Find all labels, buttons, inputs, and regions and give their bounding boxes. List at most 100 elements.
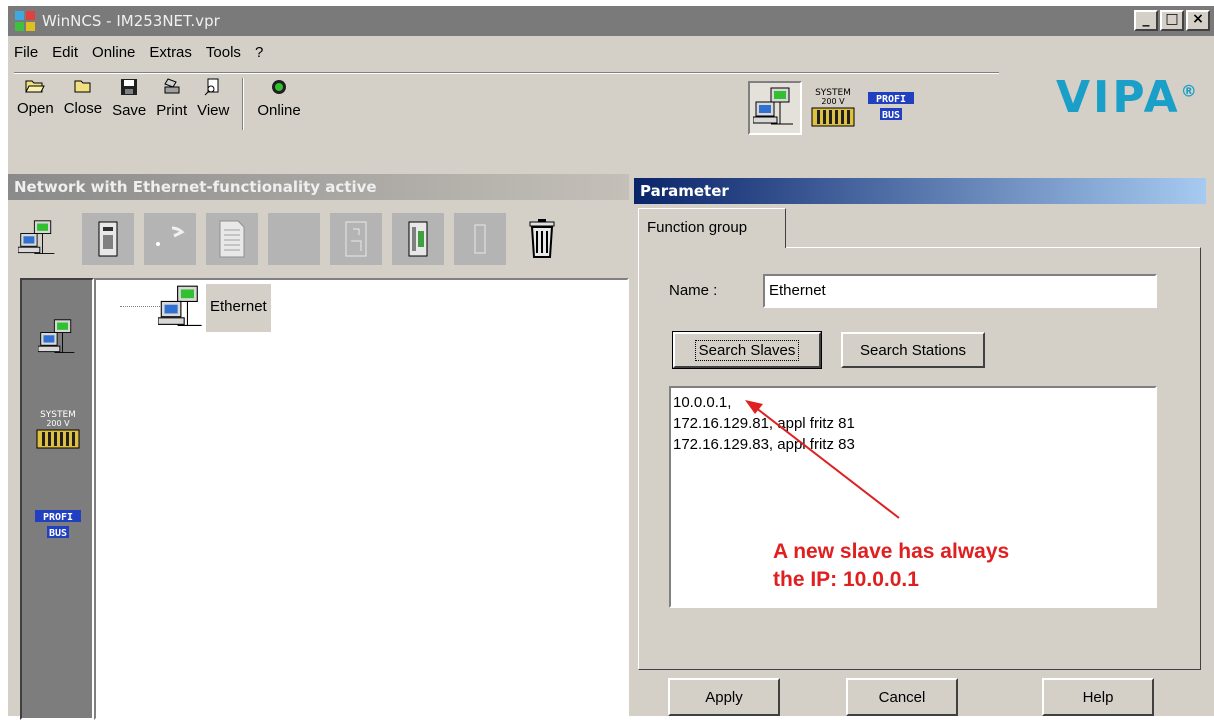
network-computers-icon <box>18 220 55 254</box>
save-label: Save <box>112 102 147 119</box>
scissors-icon <box>156 226 185 246</box>
menu-online[interactable]: Online <box>92 44 135 64</box>
profibus-icon: PROFI BUS <box>35 510 81 539</box>
system200v-mode-button[interactable]: SYSTEM 200 V <box>806 81 860 135</box>
preview-icon <box>204 78 219 96</box>
folder-icon <box>74 80 91 93</box>
cpu-module-icon <box>98 221 118 257</box>
menu-help[interactable]: ? <box>255 44 263 64</box>
online-label: Online <box>257 102 301 119</box>
toolbar-separator <box>242 78 245 130</box>
help-button[interactable]: Help <box>1042 678 1154 716</box>
close-button[interactable]: Close <box>64 78 102 117</box>
save-button[interactable]: Save <box>112 78 146 119</box>
cpu-module-button[interactable] <box>82 213 134 265</box>
ethernet-mode-button[interactable] <box>748 81 802 135</box>
search-slaves-button[interactable]: Search Slaves <box>672 331 822 369</box>
io-module-icon <box>408 221 428 257</box>
view-label: View <box>197 102 230 119</box>
profibus-icon: PROFI BUS <box>868 92 914 121</box>
cancel-button[interactable]: Cancel <box>846 678 958 716</box>
menu-divider <box>14 72 999 74</box>
title-bar: WinNCS - IM253NET.vpr _ □ × <box>8 6 1214 36</box>
palette-profi-label: PROFI <box>43 512 73 523</box>
blank-tool-button[interactable] <box>268 213 320 265</box>
close-label: Close <box>63 100 103 117</box>
name-label: Name : <box>669 282 718 299</box>
component-palette: SYSTEM 200 V PROFI BUS <box>20 278 94 720</box>
annotation-line-2: the IP: 10.0.0.1 <box>773 568 919 591</box>
bus-label: BUS <box>882 110 900 121</box>
system-voltage-label: 200 V <box>821 97 845 106</box>
palette-bus-label: BUS <box>49 528 67 539</box>
vipa-logo: VIPA® <box>1056 72 1200 123</box>
delete-button[interactable] <box>516 213 568 265</box>
print-label: Print <box>156 102 188 119</box>
search-stations-button[interactable]: Search Stations <box>841 332 985 368</box>
app-icon <box>14 10 36 32</box>
list-item[interactable]: 172.16.129.81, appl fritz 81 <box>673 413 1153 434</box>
network-tree[interactable]: Ethernet <box>94 278 629 720</box>
slot-module-button[interactable] <box>330 213 382 265</box>
network-panel: Network with Ethernet-functionality acti… <box>8 174 629 720</box>
network-node-button[interactable] <box>12 213 64 265</box>
tree-node-label: Ethernet <box>206 284 271 332</box>
printer-icon <box>163 78 180 94</box>
search-slaves-label: Search Slaves <box>694 339 800 361</box>
palette-ethernet-item[interactable] <box>30 318 86 358</box>
registered-mark: ® <box>1180 81 1200 101</box>
tab-function-group[interactable]: Function group <box>638 208 786 248</box>
palette-system200v-item[interactable]: SYSTEM 200 V <box>30 408 86 452</box>
empty-slot-icon <box>474 224 486 254</box>
menu-bar: File Edit Online Extras Tools ? <box>8 44 263 64</box>
io-module-button[interactable] <box>392 213 444 265</box>
list-item[interactable]: 10.0.0.1, <box>673 392 1153 413</box>
view-mode-selector: SYSTEM 200 V PROFI BUS <box>748 81 918 135</box>
network-computers-icon <box>158 285 202 326</box>
system-200v-icon: SYSTEM 200 V <box>36 410 80 449</box>
main-toolbar: Open Close Save Print View Online <box>12 78 306 138</box>
profibus-mode-button[interactable]: PROFI BUS <box>864 81 918 135</box>
tree-connector <box>120 306 160 307</box>
view-button[interactable]: View <box>197 78 229 119</box>
trash-icon <box>529 219 555 258</box>
name-field[interactable]: Ethernet <box>763 274 1157 308</box>
menu-file[interactable]: File <box>14 44 38 64</box>
online-led-icon <box>272 80 287 94</box>
palette-system-voltage-label: 200 V <box>46 419 70 428</box>
list-item[interactable]: 172.16.129.83, appl fritz 83 <box>673 434 1153 455</box>
maximize-button[interactable]: □ <box>1160 10 1184 31</box>
open-button[interactable]: Open <box>17 78 54 117</box>
network-computers-icon <box>38 319 75 353</box>
system-200v-icon: SYSTEM 200 V <box>811 88 855 127</box>
component-toolbar <box>8 204 629 274</box>
slave-list[interactable]: 10.0.0.1, 172.16.129.81, appl fritz 81 1… <box>669 386 1157 608</box>
annotation-line-1: A new slave has always <box>773 540 1010 563</box>
menu-edit[interactable]: Edit <box>52 44 78 64</box>
print-button[interactable]: Print <box>156 78 187 119</box>
parameter-panel: Parameter Function group Name : Ethernet… <box>634 178 1206 716</box>
network-panel-title: Network with Ethernet-functionality acti… <box>8 174 629 200</box>
menu-tools[interactable]: Tools <box>206 44 241 64</box>
parameter-title: Parameter <box>634 178 1206 204</box>
apply-button[interactable]: Apply <box>668 678 780 716</box>
slot-module-icon <box>345 221 367 257</box>
document-button[interactable] <box>206 213 258 265</box>
palette-profibus-item[interactable]: PROFI BUS <box>30 506 86 546</box>
minimize-button[interactable]: _ <box>1134 10 1158 31</box>
tree-node-ethernet[interactable]: Ethernet <box>158 284 271 332</box>
vipa-wordmark: VIPA <box>1056 72 1181 123</box>
document-icon <box>219 220 245 258</box>
online-button[interactable]: Online <box>257 78 301 119</box>
empty-slot-button[interactable] <box>454 213 506 265</box>
folder-open-icon <box>25 80 46 93</box>
floppy-disk-icon <box>121 79 138 95</box>
window-title: WinNCS - IM253NET.vpr <box>42 12 220 30</box>
menu-extras[interactable]: Extras <box>149 44 192 64</box>
annotation-note: A new slave has always the IP: 10.0.0.1 <box>773 538 1009 594</box>
function-group-page: Name : Ethernet Search Slaves Search Sta… <box>638 247 1201 670</box>
open-label: Open <box>17 100 54 117</box>
close-window-button[interactable]: × <box>1186 10 1210 31</box>
cut-button[interactable] <box>144 213 196 265</box>
network-computers-icon <box>753 87 793 125</box>
